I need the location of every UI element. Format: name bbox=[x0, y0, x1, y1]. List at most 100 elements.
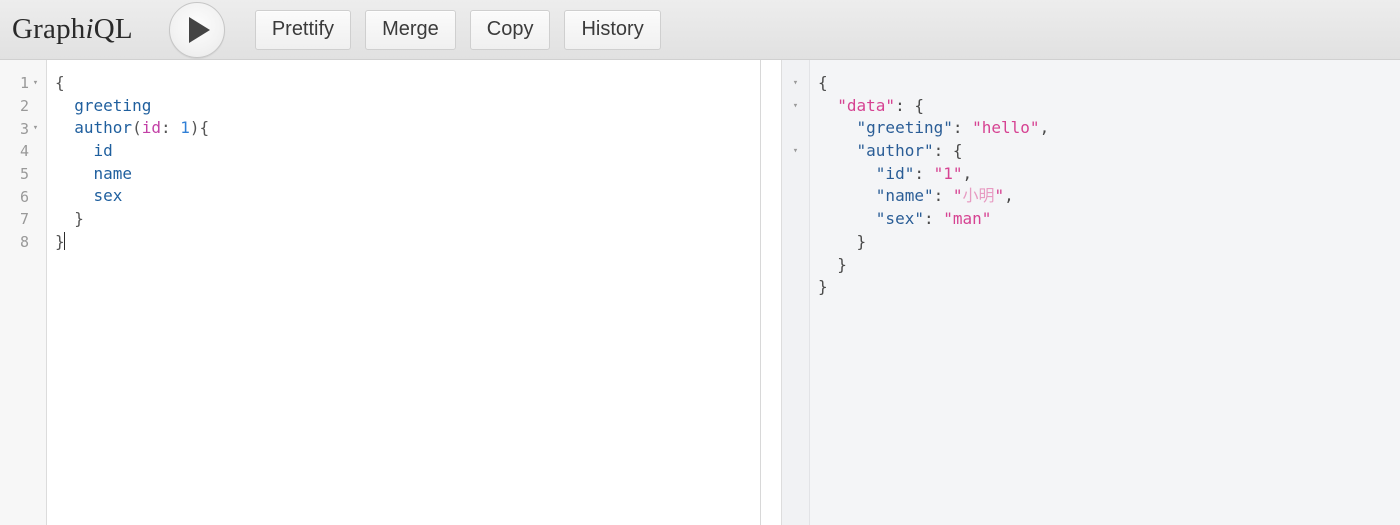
result-gutter-row: ▾ bbox=[782, 95, 809, 118]
line-number: 3 bbox=[19, 119, 29, 138]
result-gutter-row: ▾ bbox=[782, 140, 809, 163]
query-code-line: { bbox=[55, 72, 760, 95]
query-code-line: } bbox=[55, 231, 760, 254]
fold-arrow-icon[interactable]: ▾ bbox=[29, 78, 42, 88]
code-token: "name" bbox=[875, 186, 934, 206]
code-token: , bbox=[1039, 118, 1050, 138]
code-token: "data" bbox=[837, 95, 896, 115]
code-token: : bbox=[914, 163, 934, 183]
result-code-line: } bbox=[818, 276, 1400, 299]
code-token: : bbox=[933, 186, 953, 206]
fold-arrow-icon[interactable]: ▾ bbox=[29, 124, 42, 133]
history-button[interactable]: History bbox=[564, 9, 661, 50]
code-token: : bbox=[160, 118, 181, 138]
query-gutter-row: 3 ▾ bbox=[0, 117, 46, 140]
result-code-line: { bbox=[818, 72, 1400, 95]
result-viewer[interactable]: { "data": { "greeting": "hello", "author… bbox=[810, 60, 1400, 525]
code-token: : { bbox=[895, 95, 924, 115]
execute-query-button[interactable] bbox=[168, 1, 225, 58]
result-gutter-row: ▾ bbox=[782, 163, 809, 186]
line-number: 7 bbox=[19, 210, 29, 229]
result-code-line: "sex": "man" bbox=[818, 208, 1400, 231]
code-token: 1 bbox=[180, 118, 190, 138]
line-number: 4 bbox=[19, 142, 29, 161]
code-token: "hello" bbox=[972, 118, 1040, 138]
query-code-line: greeting bbox=[55, 95, 760, 118]
result-code-line: "data": { bbox=[818, 95, 1400, 118]
code-token: greeting bbox=[74, 95, 152, 115]
fold-arrow-icon[interactable]: ▾ bbox=[789, 78, 802, 88]
result-gutter-row: ▾ bbox=[782, 185, 809, 208]
query-code-line: author(id: 1){ bbox=[55, 117, 760, 140]
play-icon bbox=[188, 16, 210, 43]
fold-arrow-icon[interactable]: ▾ bbox=[789, 146, 802, 156]
toolbar-button-group: Prettify Merge Copy History bbox=[254, 9, 661, 50]
code-token: : bbox=[952, 118, 973, 138]
toolbar: GraphiQL Prettify Merge Copy History bbox=[0, 0, 1400, 60]
code-token: 小明 bbox=[962, 186, 995, 206]
query-gutter-row: 6▾ bbox=[0, 185, 46, 208]
query-line-number-gutter: 1▾2▾3▾4▾5▾6▾7▾8▾ bbox=[0, 60, 47, 525]
code-token: sex bbox=[93, 186, 123, 206]
text-cursor bbox=[63, 231, 65, 250]
code-token: " bbox=[952, 186, 963, 206]
code-token: } bbox=[55, 209, 84, 229]
query-code-line: name bbox=[55, 163, 760, 186]
line-number: 5 bbox=[19, 165, 29, 184]
query-gutter-row: 2▾ bbox=[0, 95, 46, 118]
prettify-button[interactable]: Prettify bbox=[254, 9, 352, 50]
pane-divider[interactable] bbox=[761, 60, 782, 525]
result-gutter-row: ▾ bbox=[782, 231, 809, 254]
result-code-line: "greeting": "hello", bbox=[818, 117, 1400, 140]
editor-split: 1▾2▾3▾4▾5▾6▾7▾8▾ { greeting author(id: 1… bbox=[0, 60, 1400, 525]
code-token: "greeting" bbox=[856, 118, 953, 138]
code-token: "author" bbox=[856, 141, 934, 161]
code-token: } bbox=[818, 254, 847, 274]
line-number: 1 bbox=[19, 74, 29, 93]
query-gutter-row: 1 ▾ bbox=[0, 72, 46, 95]
query-code-line: id bbox=[55, 140, 760, 163]
code-token: " bbox=[994, 186, 1005, 206]
code-token: } bbox=[818, 277, 828, 297]
fold-arrow-icon[interactable]: ▾ bbox=[789, 101, 802, 111]
merge-button[interactable]: Merge bbox=[365, 9, 456, 50]
code-token: : { bbox=[933, 141, 963, 161]
execute-button-wrap bbox=[168, 1, 225, 58]
code-token: "id" bbox=[875, 163, 915, 183]
result-fold-gutter: ▾▾▾▾▾▾▾▾▾▾ bbox=[782, 60, 810, 525]
result-code-line: "author": { bbox=[818, 140, 1400, 163]
code-token: { bbox=[55, 73, 65, 92]
code-token: ( bbox=[132, 118, 142, 138]
line-number: 2 bbox=[19, 97, 29, 116]
code-token: author bbox=[74, 118, 133, 138]
code-token: name bbox=[93, 163, 133, 183]
result-gutter-row: ▾ bbox=[782, 254, 809, 277]
code-token: id bbox=[141, 118, 161, 138]
code-token: "man" bbox=[943, 209, 992, 229]
query-code-line: sex bbox=[55, 185, 760, 208]
result-code-line: } bbox=[818, 254, 1400, 277]
logo-suffix: QL bbox=[93, 13, 133, 45]
logo-italic-i: i bbox=[85, 13, 94, 45]
code-token: "sex" bbox=[875, 209, 924, 229]
code-token: : bbox=[923, 209, 944, 229]
result-gutter-row: ▾ bbox=[782, 72, 809, 95]
query-gutter-row: 4▾ bbox=[0, 140, 46, 163]
logo-prefix: Graph bbox=[12, 13, 86, 45]
copy-button[interactable]: Copy bbox=[469, 9, 551, 50]
graphiql-app: GraphiQL PrettifyMergeCopyHistory 1▾2▾3▾… bbox=[0, 0, 1400, 525]
result-code-line: "name": "小明", bbox=[818, 185, 1400, 208]
code-token: , bbox=[1004, 186, 1014, 206]
result-code-line: "id": "1", bbox=[818, 163, 1400, 186]
query-editor[interactable]: { greeting author(id: 1){ id name sex }} bbox=[47, 60, 760, 525]
code-token: ){ bbox=[189, 118, 210, 138]
